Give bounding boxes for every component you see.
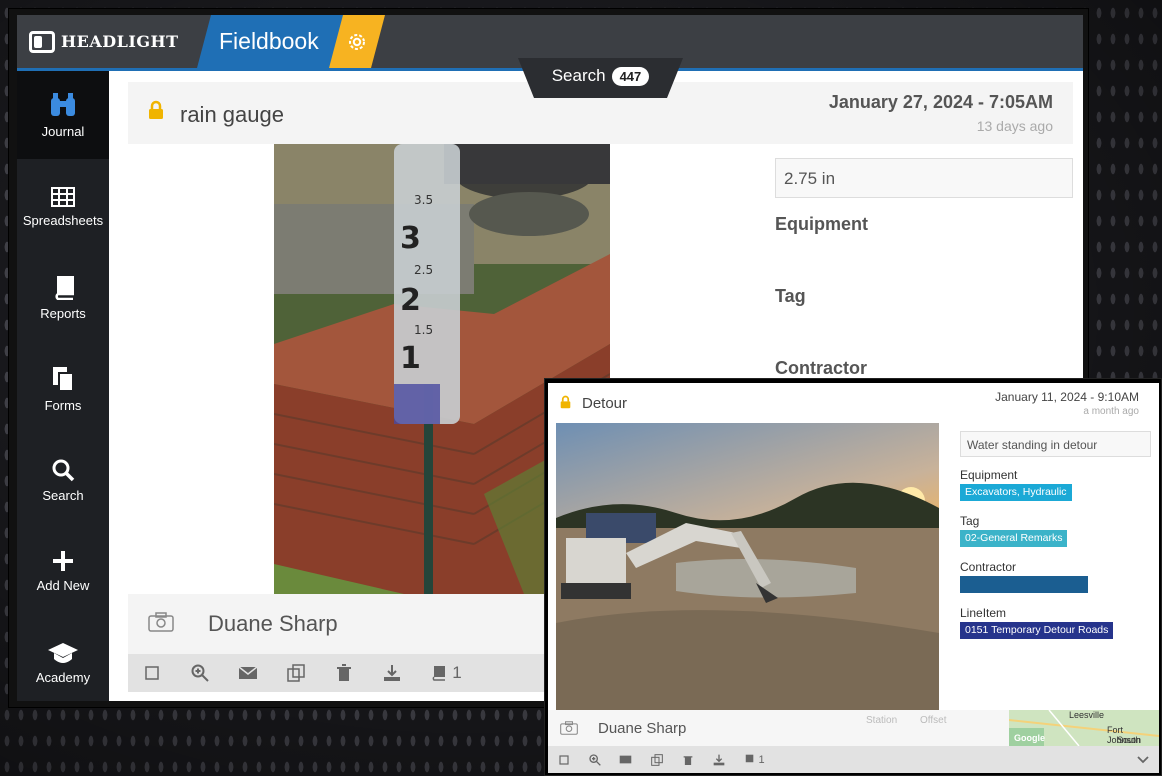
app-title: Fieldbook: [197, 15, 347, 68]
sidebar-item-spreadsheets[interactable]: Spreadsheets: [17, 163, 109, 251]
entry-relative-time: a month ago: [1083, 406, 1139, 417]
search-icon: [52, 459, 75, 481]
svg-text:1.5: 1.5: [414, 323, 433, 337]
journal-entry-card-detour: Detour January 11, 2024 - 9:10AM a month…: [548, 383, 1159, 773]
entry-author: Duane Sharp: [208, 611, 338, 636]
entry-toolbar: 1: [548, 746, 1159, 773]
equipment-tag[interactable]: Excavators, Hydraulic: [960, 484, 1072, 501]
sidebar-item-search[interactable]: Search: [17, 436, 109, 524]
entry-relative-time: 13 days ago: [976, 118, 1053, 134]
lineitem-label: LineItem: [960, 606, 1007, 620]
search-tab-label: Search: [551, 66, 606, 85]
equipment-label: Equipment: [775, 214, 868, 234]
contractor-label: Contractor: [775, 358, 868, 378]
sidebar-item-reports[interactable]: Reports: [17, 254, 109, 342]
copy-icon[interactable]: [272, 664, 320, 682]
contractor-value[interactable]: [960, 576, 1088, 593]
entry-date: January 27, 2024 - 7:05AM: [828, 92, 1053, 112]
zoom-in-icon[interactable]: [176, 664, 224, 682]
svg-text:1: 1: [400, 341, 421, 376]
contractor-label: Contractor: [960, 560, 1017, 574]
reports-count-value: 1: [452, 663, 462, 682]
reports-count[interactable]: 1: [416, 663, 476, 683]
select-checkbox[interactable]: [548, 754, 579, 765]
svg-text:2.5: 2.5: [414, 263, 433, 277]
download-icon[interactable]: [368, 664, 416, 682]
grid-icon: [51, 186, 75, 207]
forms-icon: [53, 366, 74, 392]
email-icon[interactable]: [610, 755, 641, 764]
entry-value-field[interactable]: Water standing in detour: [960, 431, 1151, 457]
sidebar-item-label: Add New: [36, 577, 90, 593]
tag-label: Tag: [775, 286, 806, 306]
book-icon: [746, 754, 754, 763]
lineitem-value[interactable]: 0151 Temporary Detour Roads: [960, 622, 1114, 639]
camera-icon[interactable]: [560, 721, 578, 735]
entry-date: January 11, 2024 - 9:10AM: [995, 390, 1139, 404]
equipment-label: Equipment: [960, 468, 1018, 482]
sidebar-item-label: Spreadsheets: [22, 212, 104, 228]
location-map[interactable]: Leesville Fort Johnson South Google: [1009, 710, 1159, 746]
station-label: Station: [866, 715, 898, 726]
tag-label: Tag: [960, 514, 980, 528]
offset-label: Offset: [920, 715, 947, 726]
tag-value[interactable]: 02-General Remarks: [960, 530, 1068, 547]
entry-photo[interactable]: [556, 423, 939, 710]
graduation-cap-icon: [48, 642, 78, 663]
sidebar-item-academy[interactable]: Academy: [17, 619, 109, 707]
sidebar-item-label: Forms: [44, 397, 82, 413]
search-count-badge: 447: [612, 67, 650, 86]
brand-name: HEADLIGHT: [61, 32, 179, 51]
reports-count-value: 1: [758, 753, 765, 766]
sidebar-item-label: Search: [42, 487, 84, 503]
chevron-down-icon[interactable]: [1137, 751, 1149, 769]
sidebar-item-add-new[interactable]: Add New: [17, 527, 109, 615]
sidebar-item-forms[interactable]: Forms: [17, 345, 109, 433]
sidebar-item-label: Journal: [41, 123, 85, 139]
headlight-logo[interactable]: HEADLIGHT: [17, 15, 197, 68]
headlight-logo-mark: [29, 30, 55, 53]
select-checkbox[interactable]: [128, 666, 176, 680]
book-icon: [55, 275, 74, 300]
map-label-town3: South: [1117, 735, 1141, 745]
download-icon[interactable]: [703, 754, 734, 766]
copy-icon[interactable]: [641, 753, 672, 766]
sidebar: Journal Spreadsheets Reports Forms Searc…: [17, 71, 109, 701]
google-logo: Google: [1014, 733, 1045, 743]
plus-icon: [53, 550, 73, 571]
gear-icon: [345, 30, 369, 54]
lock-icon[interactable]: [148, 100, 164, 120]
email-icon[interactable]: [224, 666, 272, 680]
entry-header: Detour January 11, 2024 - 9:10AM a month…: [548, 383, 1159, 423]
sidebar-item-label: Reports: [40, 305, 86, 321]
sidebar-item-label: Academy: [35, 669, 91, 685]
entry-author: Duane Sharp: [598, 720, 687, 737]
search-tab[interactable]: Search 447: [518, 58, 683, 98]
map-label-town1: Leesville: [1069, 710, 1105, 720]
trash-icon[interactable]: [320, 664, 368, 682]
reports-count[interactable]: 1: [734, 754, 774, 766]
binoculars-icon: [51, 92, 75, 116]
entry-title: Detour: [582, 395, 628, 412]
svg-text:3.5: 3.5: [414, 193, 433, 207]
entry-title: rain gauge: [180, 102, 284, 127]
svg-text:3: 3: [400, 221, 421, 256]
lock-icon[interactable]: [560, 395, 571, 409]
entry-value-field[interactable]: 2.75 in: [775, 158, 1073, 198]
camera-icon[interactable]: [148, 612, 174, 632]
book-icon: [432, 666, 446, 681]
excavator-photo: [556, 423, 939, 710]
zoom-in-icon[interactable]: [579, 753, 610, 766]
sidebar-item-journal[interactable]: Journal: [17, 71, 109, 159]
svg-text:2: 2: [400, 283, 421, 318]
trash-icon[interactable]: [672, 754, 703, 766]
